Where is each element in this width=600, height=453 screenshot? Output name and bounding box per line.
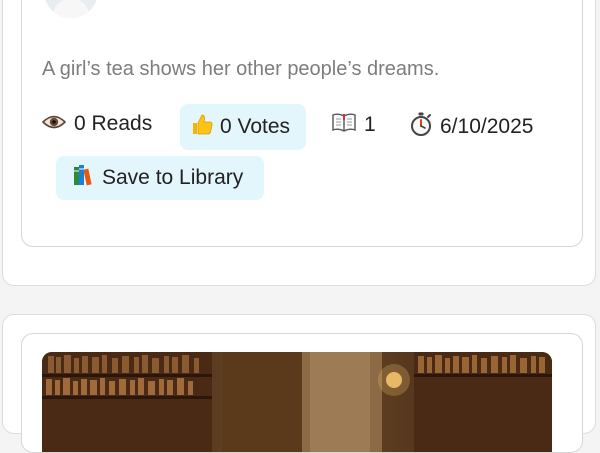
reads-count: 0 Reads: [74, 112, 153, 135]
date-stat: 6/10/2025: [410, 112, 533, 142]
story-description: A girl’s tea shows her other people’s dr…: [42, 58, 440, 80]
thumbs-up-icon: [190, 112, 214, 142]
open-book-icon: [332, 112, 356, 138]
author-avatar[interactable]: [44, 0, 98, 18]
save-to-library-label: Save to Library: [102, 166, 244, 189]
stopwatch-icon: [410, 112, 432, 142]
story-card-inner: [21, 333, 583, 453]
reads-stat: 0 Reads: [41, 112, 153, 136]
vote-count: 0 Votes: [220, 115, 291, 138]
story-card: [2, 314, 596, 453]
story-card: A girl’s tea shows her other people’s dr…: [2, 0, 596, 286]
eye-icon: [41, 112, 67, 136]
publish-date: 6/10/2025: [440, 115, 534, 138]
books-icon: [72, 163, 96, 193]
vote-button[interactable]: 0 Votes: [180, 104, 306, 150]
parts-stat: 1: [332, 112, 376, 138]
story-card-inner: A girl’s tea shows her other people’s dr…: [21, 0, 583, 247]
save-to-library-button[interactable]: Save to Library: [56, 156, 264, 200]
story-cover-image[interactable]: [42, 352, 552, 452]
parts-count: 1: [364, 113, 376, 136]
